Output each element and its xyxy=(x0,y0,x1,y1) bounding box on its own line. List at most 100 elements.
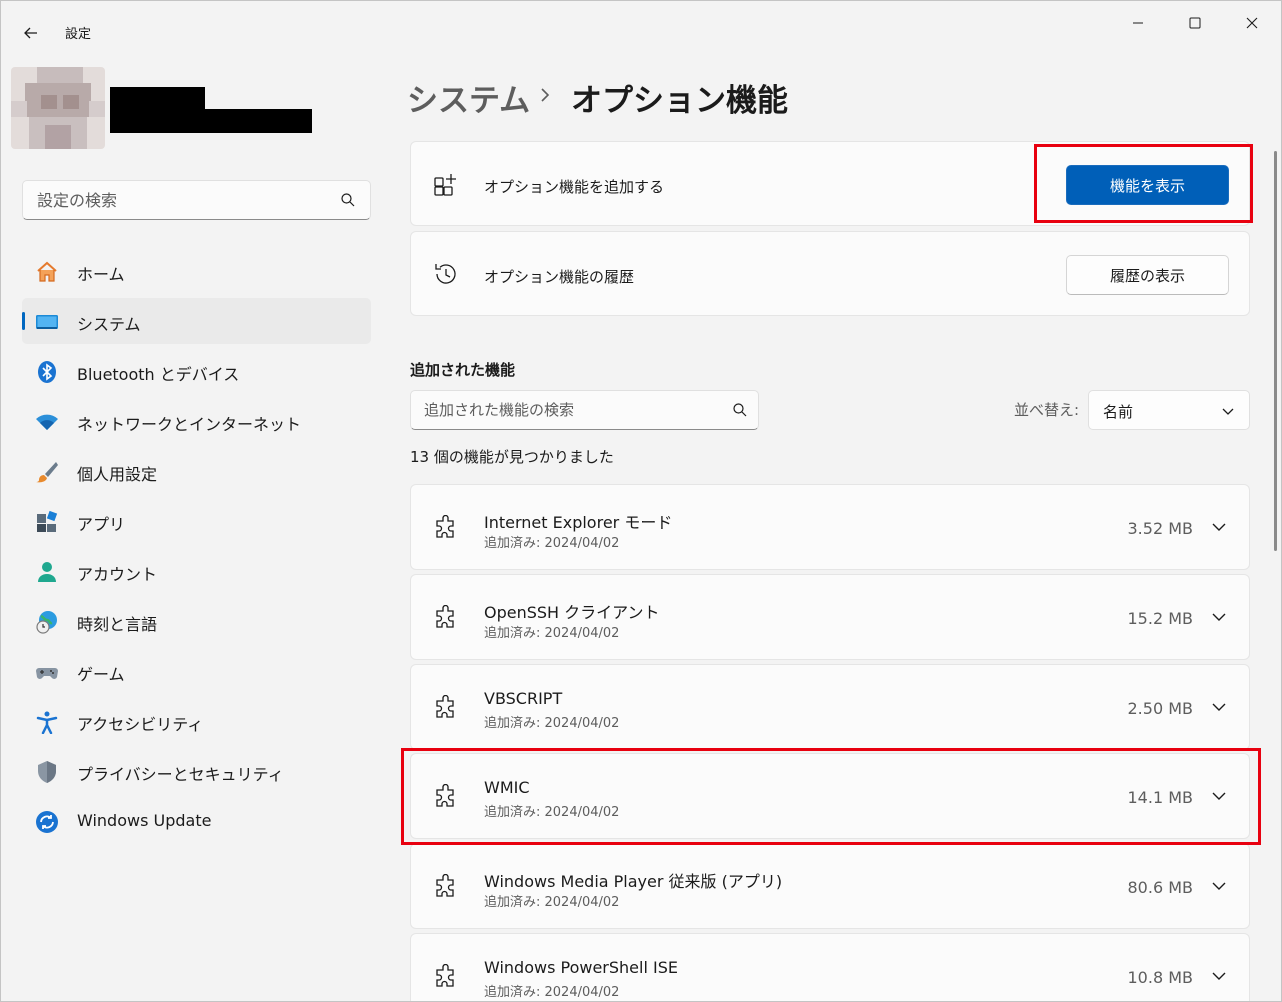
sort-dropdown[interactable]: 名前 xyxy=(1088,390,1250,430)
app-title: 設定 xyxy=(65,27,92,42)
page-title: オプション機能 xyxy=(571,83,788,119)
feature-name: VBSCRIPT xyxy=(484,689,563,708)
close-icon xyxy=(1246,17,1258,29)
feature-row-ie-mode[interactable]: Internet Explorer モード 追加済み: 2024/04/02 3… xyxy=(410,484,1250,570)
breadcrumb-parent[interactable]: システム xyxy=(407,75,530,120)
add-apps-icon xyxy=(434,174,456,196)
sidebar-item-label: アカウント xyxy=(77,565,158,584)
sidebar-item-accounts[interactable]: アカウント xyxy=(22,548,371,594)
sidebar-item-label: アプリ xyxy=(77,515,126,534)
sidebar-item-label: プライバシーとセキュリティ xyxy=(77,765,284,784)
chevron-down-icon[interactable] xyxy=(1211,519,1227,535)
puzzle-icon xyxy=(436,695,454,718)
maximize-icon xyxy=(1189,17,1201,29)
avatar[interactable] xyxy=(11,67,105,149)
sidebar-item-bluetooth[interactable]: Bluetooth とデバイス xyxy=(22,348,371,394)
sidebar-item-label: ホーム xyxy=(77,265,125,284)
history-icon xyxy=(435,264,456,284)
chevron-down-icon[interactable] xyxy=(1211,968,1227,984)
feature-name: WMIC xyxy=(484,778,530,797)
chevron-down-icon[interactable] xyxy=(1211,609,1227,625)
search-icon xyxy=(733,403,747,417)
feature-size: 2.50 MB xyxy=(1127,699,1194,718)
account-icon xyxy=(34,559,60,585)
sidebar-item-label: 時刻と言語 xyxy=(77,615,158,634)
sidebar-item-privacy[interactable]: プライバシーとセキュリティ xyxy=(22,748,371,794)
feature-row-wmic[interactable]: WMIC 追加済み: 2024/04/02 14.1 MB xyxy=(410,753,1250,839)
sidebar-item-personalization[interactable]: 個人用設定 xyxy=(22,448,371,494)
minimize-icon xyxy=(1133,22,1143,24)
feature-row-windows-media-player[interactable]: Windows Media Player 従来版 (アプリ) 追加済み: 202… xyxy=(410,843,1250,929)
add-feature-card: オプション機能を追加する 機能を表示 xyxy=(410,141,1250,226)
sidebar-item-windows-update[interactable]: Windows Update xyxy=(22,798,371,844)
installed-features-search[interactable] xyxy=(410,390,759,430)
user-email-redacted xyxy=(110,109,312,133)
feature-count: 13 個の機能が見つかりました xyxy=(410,448,614,466)
feature-date: 追加済み: 2024/04/02 xyxy=(484,536,620,551)
globe-clock-icon xyxy=(34,609,60,635)
home-icon xyxy=(34,259,60,285)
sidebar-item-system[interactable]: システム xyxy=(22,298,371,344)
sidebar-item-label: ゲーム xyxy=(77,665,125,684)
feature-row-vbscript[interactable]: VBSCRIPT 追加済み: 2024/04/02 2.50 MB xyxy=(410,664,1250,750)
bluetooth-icon xyxy=(34,359,60,385)
feature-size: 10.8 MB xyxy=(1127,968,1194,987)
minimize-button[interactable] xyxy=(1115,9,1161,37)
sort-value: 名前 xyxy=(1103,403,1134,421)
feature-size: 80.6 MB xyxy=(1127,878,1194,897)
feature-name: Windows Media Player 従来版 (アプリ) xyxy=(484,872,783,891)
sidebar-item-home[interactable]: ホーム xyxy=(22,248,371,294)
close-button[interactable] xyxy=(1229,9,1275,37)
puzzle-icon xyxy=(436,964,454,987)
chevron-down-icon[interactable] xyxy=(1211,878,1227,894)
sidebar-item-apps[interactable]: アプリ xyxy=(22,498,371,544)
view-history-button[interactable]: 履歴の表示 xyxy=(1066,255,1229,295)
feature-size: 14.1 MB xyxy=(1127,788,1194,807)
add-feature-label: オプション機能を追加する xyxy=(484,178,665,196)
sidebar-item-label: Bluetooth とデバイス xyxy=(77,365,240,384)
installed-features-title: 追加された機能 xyxy=(410,361,516,379)
system-icon xyxy=(34,309,60,335)
settings-search[interactable] xyxy=(22,180,371,220)
feature-row-openssh[interactable]: OpenSSH クライアント 追加済み: 2024/04/02 15.2 MB xyxy=(410,574,1250,660)
sidebar-nav: ホーム システム Bluetooth とデバイス ネットワークとインターネット … xyxy=(22,248,371,848)
chevron-down-icon[interactable] xyxy=(1211,788,1227,804)
sidebar-item-label: ネットワークとインターネット xyxy=(77,415,302,434)
gamepad-icon xyxy=(34,659,60,685)
sort-label: 並べ替え: xyxy=(1014,401,1080,419)
scrollbar[interactable] xyxy=(1274,151,1277,551)
feature-date: 追加済み: 2024/04/02 xyxy=(484,626,620,641)
puzzle-icon xyxy=(436,784,454,807)
feature-date: 追加済み: 2024/04/02 xyxy=(484,716,620,731)
title-bar: 設定 xyxy=(1,1,1281,49)
sidebar-item-accessibility[interactable]: アクセシビリティ xyxy=(22,698,371,744)
sidebar-item-network[interactable]: ネットワークとインターネット xyxy=(22,398,371,444)
sidebar-item-label: システム xyxy=(77,315,141,334)
feature-row-powershell-ise[interactable]: Windows PowerShell ISE 追加済み: 2024/04/02 … xyxy=(410,933,1250,1001)
sidebar-item-label: Windows Update xyxy=(77,811,212,830)
update-icon xyxy=(34,809,60,835)
user-name-redacted xyxy=(110,87,205,111)
puzzle-icon xyxy=(436,515,454,538)
chevron-down-icon[interactable] xyxy=(1211,699,1227,715)
feature-date: 追加済み: 2024/04/02 xyxy=(484,895,620,910)
maximize-button[interactable] xyxy=(1172,9,1218,37)
wifi-icon xyxy=(34,409,60,435)
brush-icon xyxy=(34,459,60,485)
feature-date: 追加済み: 2024/04/02 xyxy=(484,985,620,1000)
feature-date: 追加済み: 2024/04/02 xyxy=(484,805,620,820)
sidebar-item-gaming[interactable]: ゲーム xyxy=(22,648,371,694)
feature-name: Windows PowerShell ISE xyxy=(484,958,678,977)
history-label: オプション機能の履歴 xyxy=(484,268,635,286)
back-arrow-icon xyxy=(24,27,37,39)
puzzle-icon xyxy=(436,605,454,628)
accessibility-icon xyxy=(34,709,60,735)
sidebar-item-time-language[interactable]: 時刻と言語 xyxy=(22,598,371,644)
view-features-button[interactable]: 機能を表示 xyxy=(1066,165,1229,205)
feature-name: OpenSSH クライアント xyxy=(484,603,660,622)
back-button[interactable] xyxy=(15,17,47,49)
settings-search-input[interactable] xyxy=(23,181,323,219)
installed-features-search-input[interactable] xyxy=(411,391,711,429)
feature-size: 3.52 MB xyxy=(1127,519,1194,538)
sidebar-item-label: アクセシビリティ xyxy=(77,715,204,734)
